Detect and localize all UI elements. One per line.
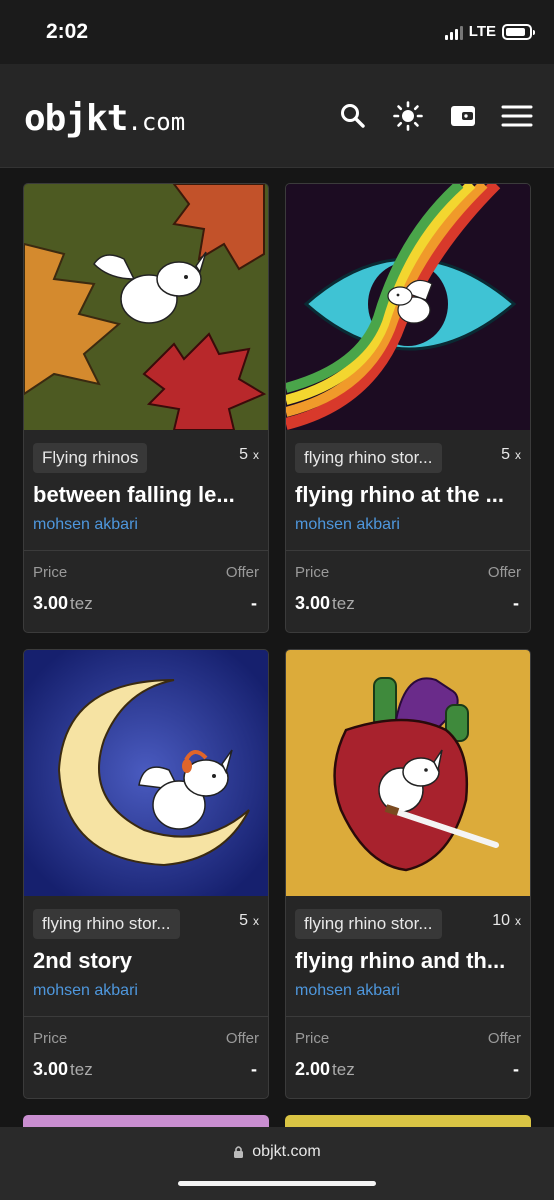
offer-label: Offer — [225, 1030, 259, 1047]
price-value: 2.00 tez — [295, 1059, 355, 1079]
edition-count: 5x — [239, 446, 259, 463]
menu-icon[interactable] — [499, 98, 535, 134]
nft-card[interactable]: Flying rhinos 5x between falling le... m… — [23, 183, 269, 633]
logo-tld: .com — [127, 108, 186, 136]
divider — [24, 1016, 268, 1017]
offer-label: Offer — [225, 564, 259, 581]
edition-count: 10 x — [492, 912, 521, 929]
artist-link[interactable]: mohsen akbari — [33, 982, 138, 1000]
offer-value: - — [251, 593, 257, 613]
nft-title[interactable]: between falling le... — [33, 482, 256, 508]
nft-image-rhino-moon[interactable] — [24, 650, 268, 896]
network-type: LTE — [468, 23, 496, 40]
search-icon[interactable] — [335, 98, 371, 134]
nft-title[interactable]: flying rhino and th... — [295, 948, 518, 974]
price-value: 3.00 tez — [33, 1059, 93, 1079]
status-time: 2:02 — [46, 20, 89, 43]
status-bar: 2:02 LTE — [0, 0, 554, 64]
offer-label: Offer — [487, 1030, 521, 1047]
collection-tag[interactable]: Flying rhinos — [33, 443, 148, 473]
divider — [24, 550, 268, 551]
wallet-icon[interactable] — [445, 98, 481, 134]
price-label: Price — [33, 1030, 68, 1047]
site-header: objkt.com — [0, 64, 554, 168]
offer-value: - — [251, 1059, 257, 1079]
nft-title[interactable]: 2nd story — [33, 948, 256, 974]
site-logo[interactable]: objkt.com — [24, 98, 185, 139]
lock-icon — [234, 1146, 244, 1158]
offer-value: - — [513, 593, 519, 613]
edition-count: 5x — [501, 446, 521, 463]
nft-image-rhino-heart[interactable] — [286, 650, 530, 896]
edition-count: 5x — [239, 912, 259, 929]
price-value: 3.00 tez — [295, 593, 355, 613]
collection-tag[interactable]: flying rhino stor... — [295, 443, 442, 473]
logo-main: objkt — [24, 98, 128, 139]
status-indicators: LTE — [444, 23, 535, 40]
price-label: Price — [33, 564, 68, 581]
nft-title[interactable]: flying rhino at the ... — [295, 482, 518, 508]
nft-card[interactable]: flying rhino stor... 10 x flying rhino an… — [285, 649, 531, 1099]
nft-card[interactable]: flying rhino stor... 5x 2nd story mohsen… — [23, 649, 269, 1099]
offer-label: Offer — [487, 564, 521, 581]
theme-sun-icon[interactable] — [390, 98, 426, 134]
browser-toolbar: objkt.com — [0, 1127, 554, 1200]
nft-card[interactable]: flying rhino stor... 5x flying rhino at … — [285, 183, 531, 633]
nft-image-rhino-eye[interactable] — [286, 184, 530, 430]
artist-link[interactable]: mohsen akbari — [295, 516, 400, 534]
signal-icon — [444, 24, 463, 40]
address-bar[interactable]: objkt.com — [0, 1143, 554, 1161]
price-value: 3.00 tez — [33, 593, 93, 613]
divider — [286, 1016, 530, 1017]
offer-value: - — [513, 1059, 519, 1079]
artist-link[interactable]: mohsen akbari — [33, 516, 138, 534]
home-indicator[interactable] — [178, 1181, 376, 1186]
collection-tag[interactable]: flying rhino stor... — [33, 909, 180, 939]
divider — [286, 550, 530, 551]
url-text: objkt.com — [252, 1143, 321, 1160]
artist-link[interactable]: mohsen akbari — [295, 982, 400, 1000]
collection-tag[interactable]: flying rhino stor... — [295, 909, 442, 939]
battery-icon — [502, 23, 535, 40]
price-label: Price — [295, 1030, 330, 1047]
price-label: Price — [295, 564, 330, 581]
nft-image-autumn-leaves[interactable] — [24, 184, 268, 430]
